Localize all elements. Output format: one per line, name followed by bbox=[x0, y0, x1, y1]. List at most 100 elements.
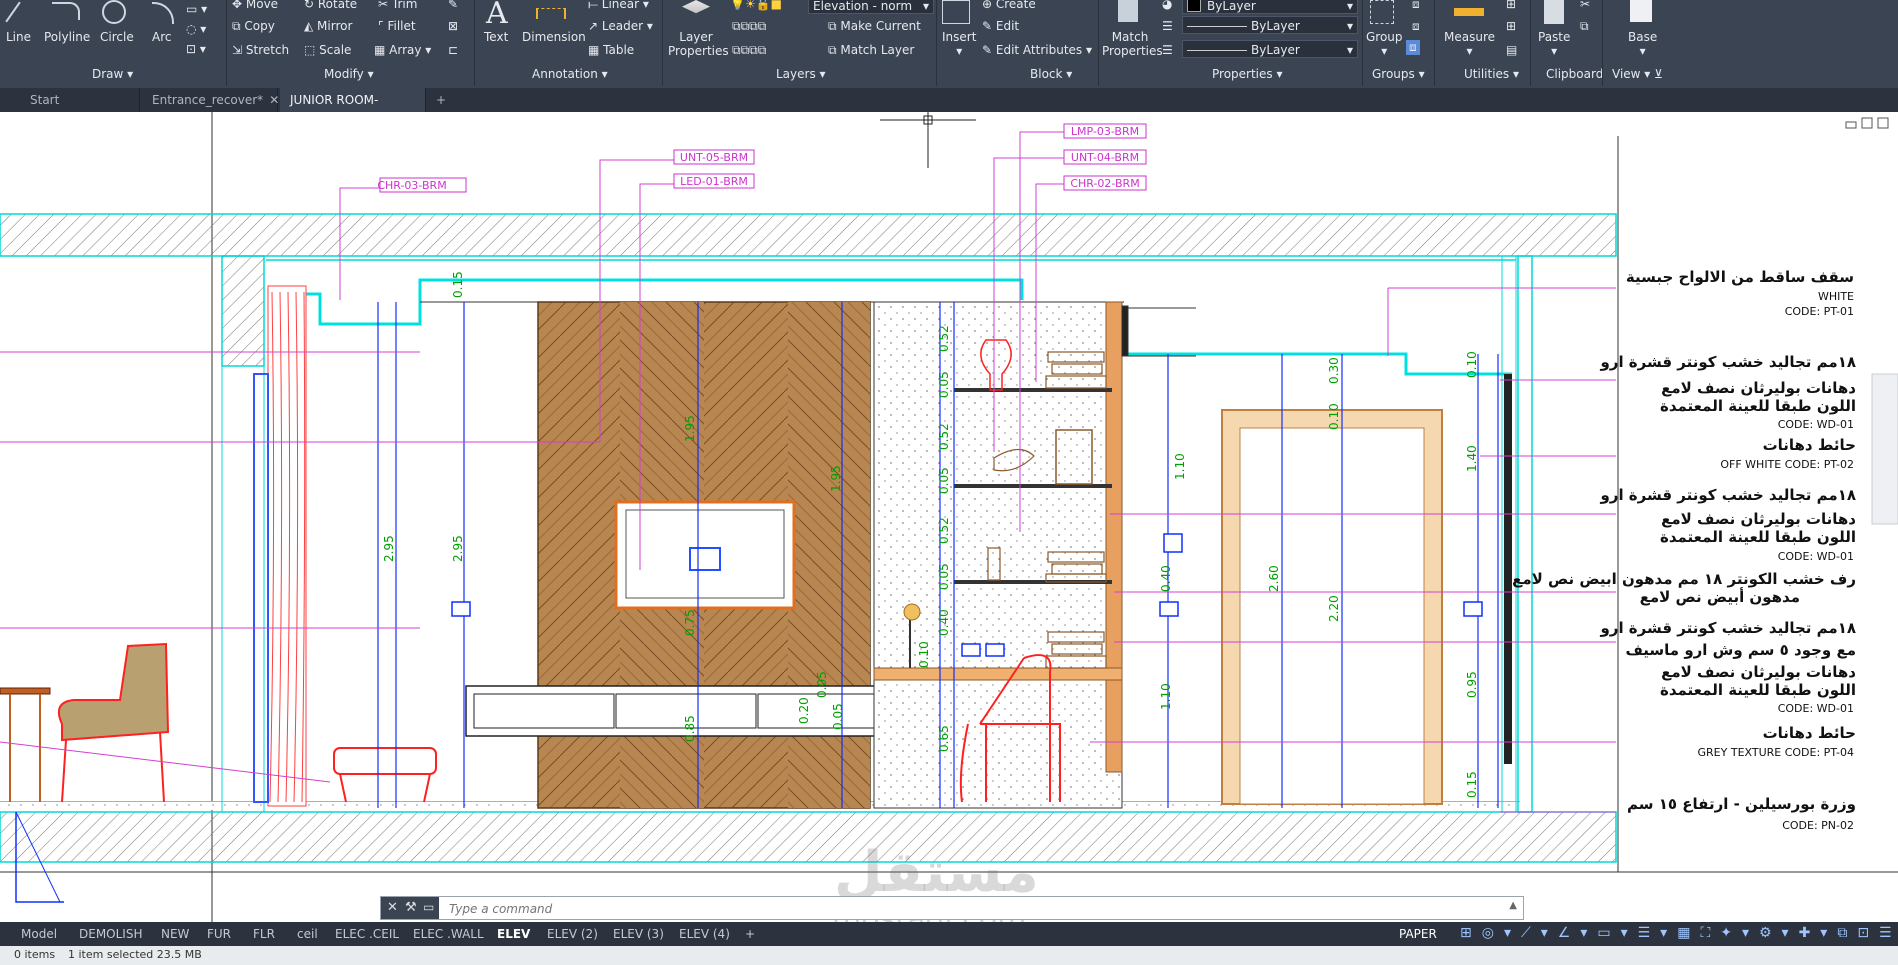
boundary-dropdown[interactable]: ⊡ ▾ bbox=[186, 42, 206, 56]
layout-tab-elev-2[interactable]: ELEV (2) bbox=[538, 925, 607, 943]
layer-properties-button[interactable]: Layer Properties bbox=[668, 0, 729, 58]
layout-tab-demolish[interactable]: DEMOLISH bbox=[70, 925, 152, 943]
hatch-dropdown[interactable]: ◌ ▾ bbox=[186, 22, 206, 36]
layer-state-icons[interactable]: 💡☀🔓■ bbox=[730, 0, 782, 11]
scale-button[interactable]: ⬚ Scale bbox=[304, 43, 351, 57]
paper-space-toggle[interactable]: PAPER bbox=[1390, 925, 1446, 943]
layout-tab-ceil[interactable]: ceil bbox=[288, 925, 327, 943]
measure-button[interactable]: Measure ▾ bbox=[1444, 8, 1495, 58]
circle-tool[interactable]: Circle bbox=[100, 0, 134, 44]
utilities-group-title[interactable]: Utilities ▾ bbox=[1464, 67, 1519, 81]
close-icon[interactable]: ✕ bbox=[387, 900, 398, 915]
polyline-tool[interactable]: Polyline bbox=[44, 2, 90, 44]
trim-button[interactable]: ✂ Trim bbox=[378, 0, 417, 11]
create-block-button[interactable]: ⊕ Create bbox=[982, 0, 1036, 11]
command-line[interactable]: ✕ ⚒ ▭ ▲ bbox=[380, 896, 1524, 920]
match-properties-button[interactable]: Match Properties bbox=[1102, 0, 1163, 58]
lineweight-dropdown[interactable]: ByLayer ▾ bbox=[1182, 40, 1358, 58]
drawing-canvas[interactable]: CHR-03-BRM UNT-05-BRM LED-01-BRM LMP-03-… bbox=[0, 112, 1898, 924]
tab-entrance-recover[interactable]: Entrance_recover* ✕ bbox=[142, 88, 279, 112]
layout-tab-elec-wall[interactable]: ELEC .WALL bbox=[404, 925, 493, 943]
layout-tab-elev-3[interactable]: ELEV (3) bbox=[604, 925, 673, 943]
text-tool[interactable]: A Text bbox=[484, 0, 508, 44]
layers-group-title[interactable]: Layers ▾ bbox=[776, 67, 826, 81]
command-prompt-icon[interactable]: ▭ bbox=[423, 900, 434, 914]
layout-tab-model[interactable]: Model bbox=[12, 925, 66, 943]
offset-icon[interactable]: ⊏ bbox=[448, 43, 458, 57]
command-buttons: ✕ ⚒ ▭ bbox=[381, 897, 439, 919]
new-tab-button[interactable]: + bbox=[426, 88, 456, 112]
modify-group-title[interactable]: Modify ▾ bbox=[324, 67, 374, 81]
layout-tab-elec-ceil[interactable]: ELEC .CEIL bbox=[326, 925, 408, 943]
annotation-group-title[interactable]: Annotation ▾ bbox=[532, 67, 608, 81]
groups-group-title[interactable]: Groups ▾ bbox=[1372, 67, 1425, 81]
clipboard-group-title[interactable]: Clipboard bbox=[1546, 67, 1603, 81]
layout-tab-elev[interactable]: ELEV bbox=[488, 925, 539, 943]
mirror-button[interactable]: ◭ Mirror bbox=[304, 19, 352, 33]
line-tool[interactable]: Line bbox=[5, 1, 31, 44]
arc-tool[interactable]: Arc bbox=[152, 2, 174, 44]
rectangle-dropdown[interactable]: ▭ ▾ bbox=[186, 2, 207, 16]
make-current-button[interactable]: ⧉ Make Current bbox=[828, 19, 921, 34]
layout-tab-elev-4[interactable]: ELEV (4) bbox=[670, 925, 739, 943]
layout-tab-fur[interactable]: FUR bbox=[198, 925, 240, 943]
explode-icon[interactable]: ⊠ bbox=[448, 19, 458, 33]
move-button[interactable]: ✥ Move bbox=[232, 0, 278, 11]
command-input[interactable] bbox=[447, 899, 1491, 919]
group-button[interactable]: Group ▾ bbox=[1366, 0, 1403, 58]
group-edit-icon[interactable]: ⧈ bbox=[1412, 19, 1420, 34]
table-button[interactable]: ▦ Table bbox=[588, 43, 634, 57]
layout-tab-flr[interactable]: FLR bbox=[244, 925, 284, 943]
ungroup-icon[interactable]: ⧈ bbox=[1412, 0, 1420, 12]
ceiling-slab bbox=[0, 213, 1617, 257]
layer-dropdown[interactable]: Elevation - norm ▾ bbox=[808, 0, 934, 14]
block-group-title[interactable]: Block ▾ bbox=[1030, 67, 1072, 81]
layer-tools-row2[interactable]: ⧉⧉⧉⧉ bbox=[732, 43, 766, 58]
layout-tab-new[interactable]: NEW bbox=[152, 925, 198, 943]
view-group-title[interactable]: View ▾ ⊻ bbox=[1612, 67, 1663, 81]
copy-button[interactable]: ⧉ Copy bbox=[232, 19, 275, 34]
quick-select-icon[interactable]: ⊞ bbox=[1506, 0, 1516, 11]
rotate-button[interactable]: ↻ Rotate bbox=[304, 0, 357, 11]
tag-led-01: LED-01-BRM bbox=[680, 175, 748, 188]
fillet-button[interactable]: ⌜ Fillet bbox=[378, 19, 416, 33]
add-layout-button[interactable]: + bbox=[736, 925, 764, 943]
insert-block-button[interactable]: Insert ▾ bbox=[942, 0, 976, 58]
color-dropdown[interactable]: ByLayer ▾ bbox=[1182, 0, 1358, 14]
copy-clip-icon[interactable]: ⧉ bbox=[1580, 19, 1589, 34]
close-icon[interactable]: ✕ bbox=[269, 93, 279, 107]
leader-button[interactable]: ↗ Leader ▾ bbox=[588, 19, 653, 33]
paste-button[interactable]: Paste ▾ bbox=[1538, 0, 1570, 58]
linetype-dropdown[interactable]: ByLayer ▾ bbox=[1182, 16, 1358, 34]
edit-attributes-button[interactable]: ✎ Edit Attributes ▾ bbox=[982, 43, 1092, 57]
navigation-bar[interactable] bbox=[1871, 373, 1898, 525]
group-select-icon[interactable]: ⧈ bbox=[1406, 40, 1420, 55]
color-wheel-icon[interactable]: ◕ bbox=[1162, 0, 1172, 11]
match-layer-button[interactable]: ⧉ Match Layer bbox=[828, 43, 914, 58]
draw-group-title[interactable]: Draw ▾ bbox=[92, 67, 133, 81]
select-all-icon[interactable]: ⊞ bbox=[1506, 19, 1516, 33]
dimension-tool[interactable]: Dimension bbox=[522, 8, 586, 44]
drawing-svg: CHR-03-BRM UNT-05-BRM LED-01-BRM LMP-03-… bbox=[0, 112, 1898, 924]
linear-dim-button[interactable]: ⟝ Linear ▾ bbox=[588, 0, 649, 12]
array-button[interactable]: ▦ Array ▾ bbox=[374, 43, 431, 57]
edit-block-button[interactable]: ✎ Edit bbox=[982, 19, 1019, 33]
wrench-icon[interactable]: ⚒ bbox=[405, 900, 417, 915]
tab-start[interactable]: Start bbox=[20, 88, 140, 112]
layer-tools-row1[interactable]: ⧉⧉⧉⧉ bbox=[732, 19, 766, 34]
properties-group-title[interactable]: Properties ▾ bbox=[1212, 67, 1283, 81]
note-ar: دهانات بوليرثان نصف لامع bbox=[1661, 510, 1856, 528]
lineweight-icon[interactable]: ☰ bbox=[1162, 43, 1173, 57]
cut-icon[interactable]: ✂ bbox=[1580, 0, 1590, 11]
viewport-controls[interactable] bbox=[1845, 117, 1889, 129]
calculator-icon[interactable]: ▤ bbox=[1506, 43, 1517, 57]
stretch-button[interactable]: ⇲ Stretch bbox=[232, 43, 289, 57]
tab-junior-room[interactable]: JUNIOR ROOM-07*✕ bbox=[280, 88, 426, 131]
history-icon[interactable]: ▲ bbox=[1509, 900, 1517, 911]
erase-icon[interactable]: ✎ bbox=[448, 0, 458, 11]
status-toolbar-icons[interactable]: ⊞◎▾⟋▾∠▾▭▾☰▾▦⛶✦▾⚙▾✚▾⧉⊡☰ bbox=[1460, 925, 1898, 941]
make-current-icon: ⧉ bbox=[828, 19, 841, 33]
base-view-button[interactable]: Base ▾ bbox=[1628, 0, 1657, 58]
linetype-icon[interactable]: ☰ bbox=[1162, 19, 1173, 33]
trim-icon: ✂ bbox=[378, 0, 392, 11]
